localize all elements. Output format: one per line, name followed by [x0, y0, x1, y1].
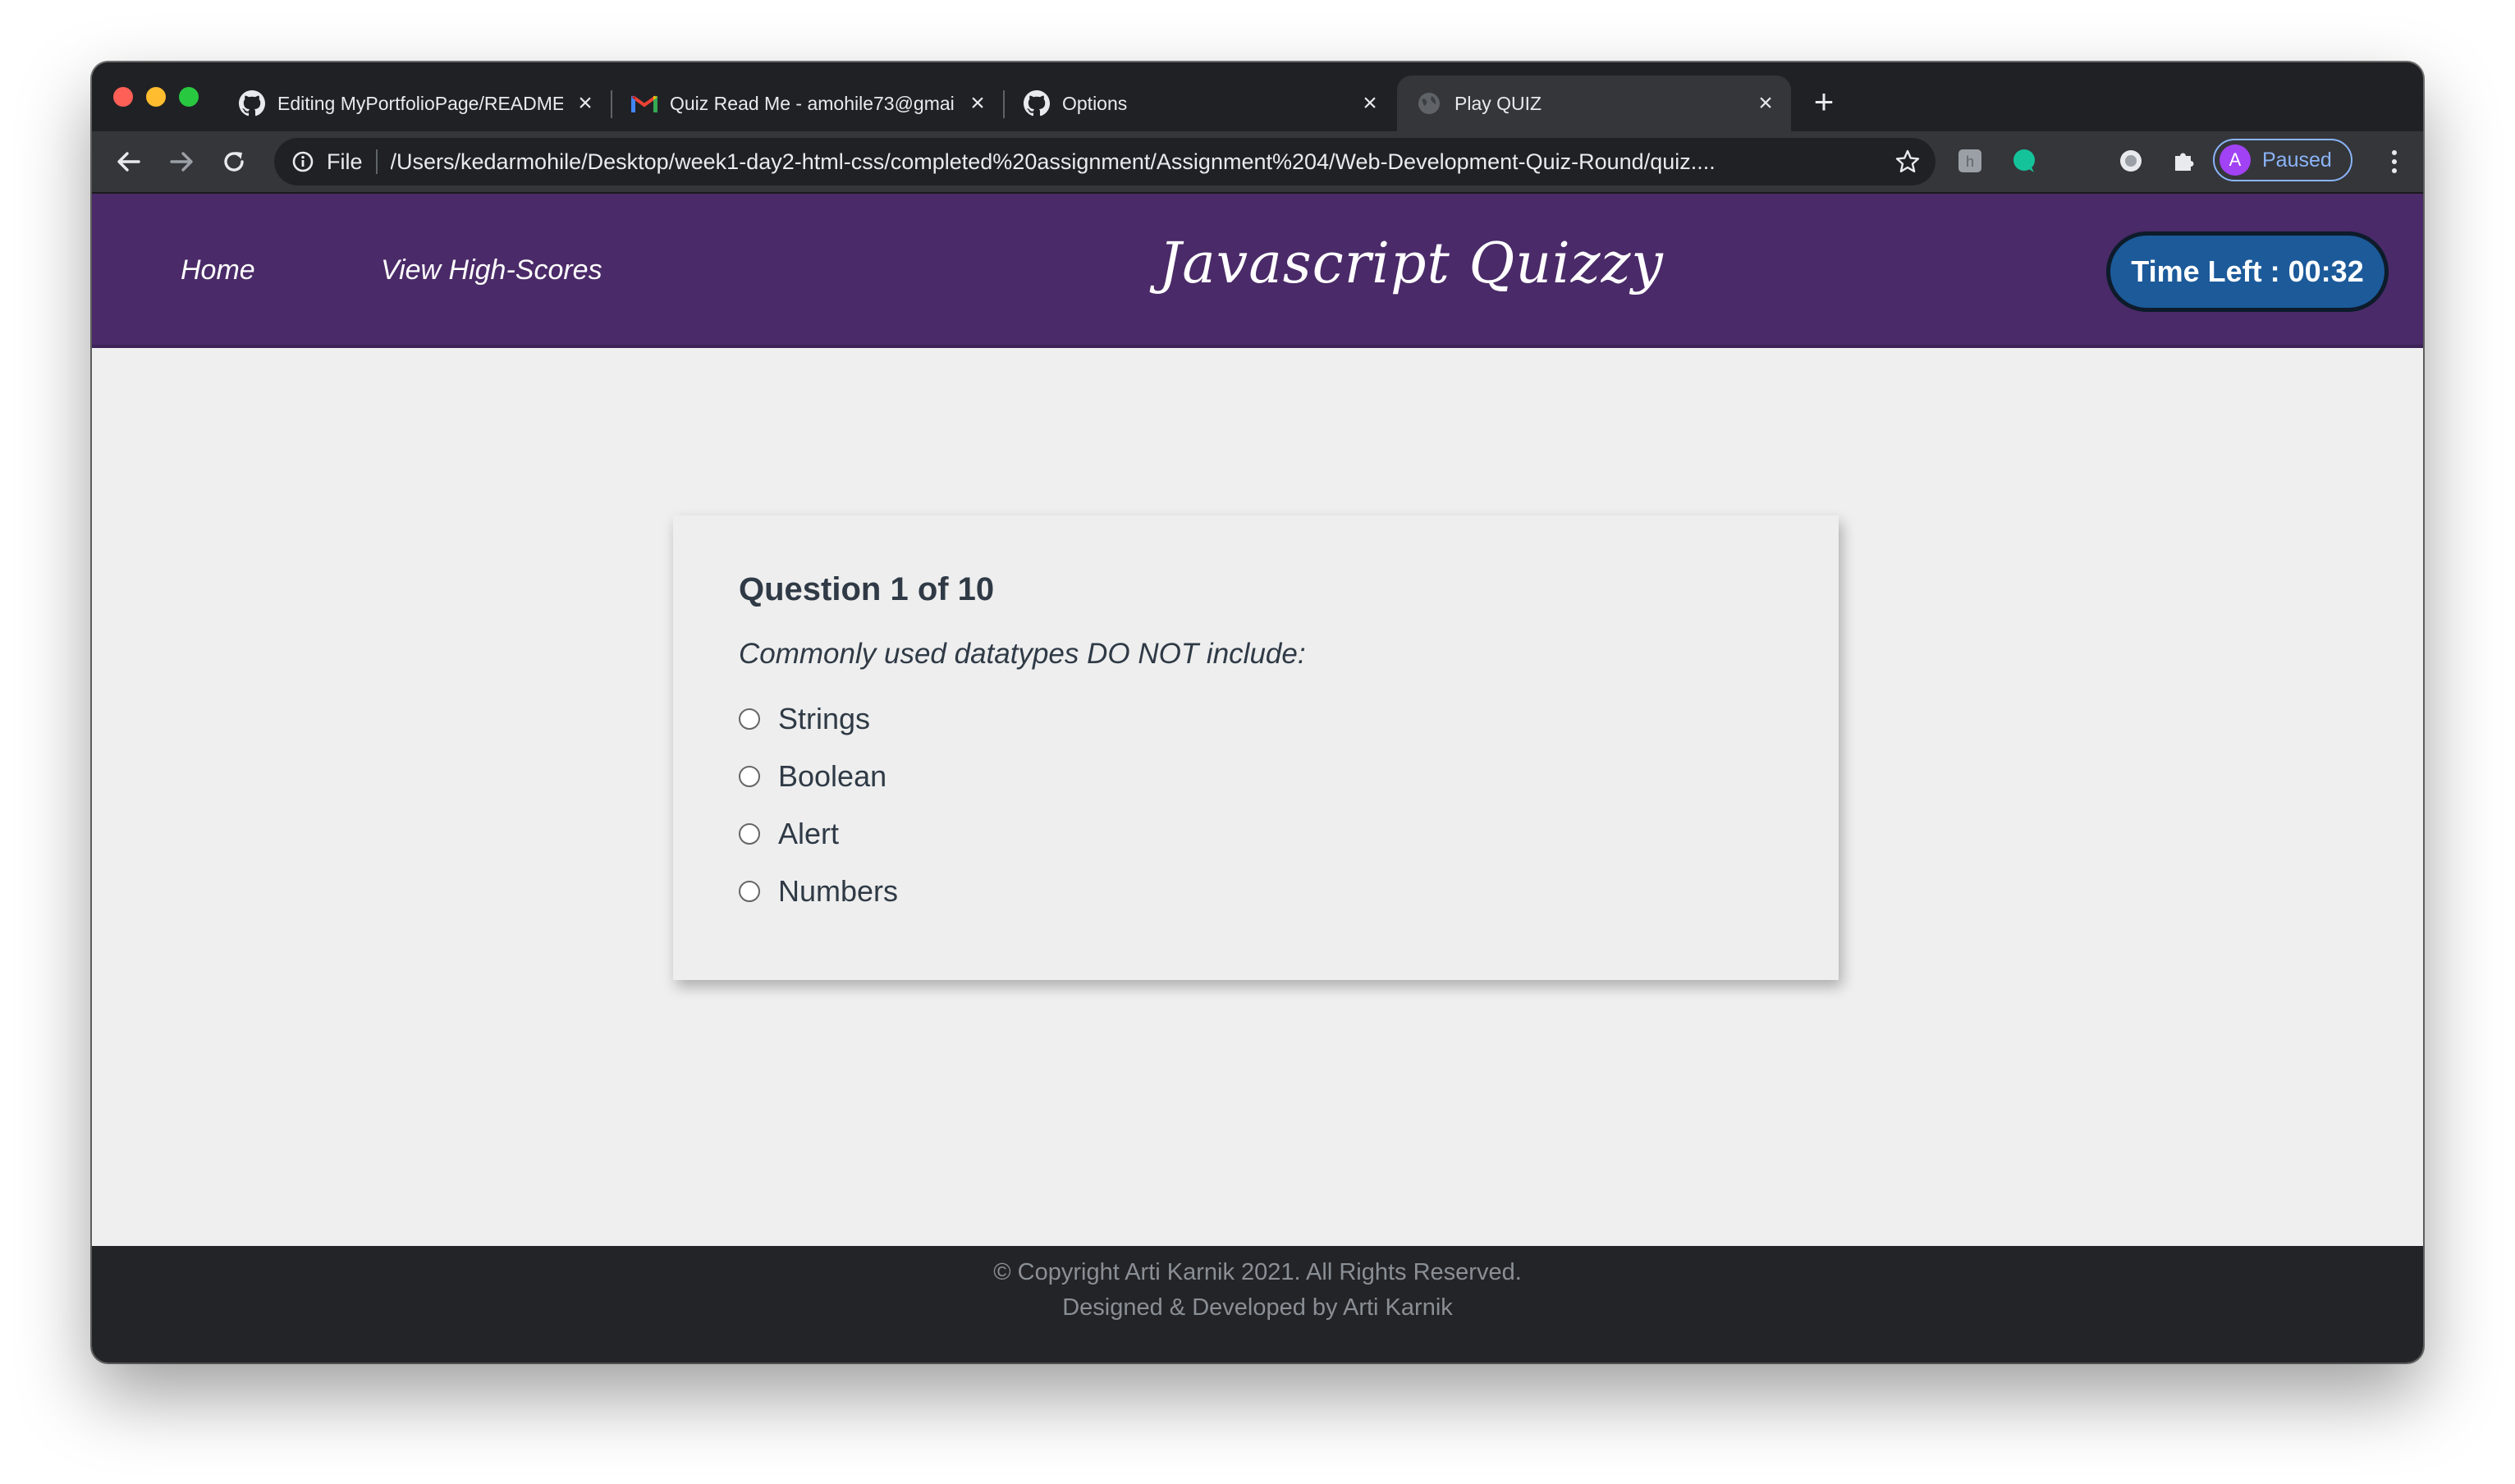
answer-label: Numbers	[778, 874, 899, 908]
arrow-left-icon	[117, 152, 140, 172]
copyright-text: © Copyright Arti Karnik 2021. All Rights…	[993, 1259, 1522, 1285]
answer-options: Strings Boolean Alert Numbers	[739, 690, 1773, 920]
github-icon	[238, 89, 266, 117]
browser-toolbar: File /Users/kedarmohile/Desktop/week1-da…	[92, 131, 2423, 194]
tab-editing-readme[interactable]: Editing MyPortfolioPage/README ×	[220, 76, 611, 131]
extension-icon[interactable]: h	[1954, 144, 1986, 177]
radio-button[interactable]	[739, 766, 760, 787]
globe-icon	[1415, 89, 1443, 117]
tab-title: Play QUIZ	[1454, 92, 1542, 114]
avatar: A	[2220, 144, 2251, 176]
svg-text:h: h	[1966, 153, 1974, 170]
reload-button[interactable]	[215, 143, 253, 181]
timer-badge: Time Left : 00:32	[2106, 231, 2389, 312]
gmail-icon	[630, 89, 658, 117]
question-progress: Question 1 of 10	[739, 571, 995, 607]
puzzle-icon[interactable]	[2167, 144, 2200, 177]
answer-option[interactable]: Boolean	[739, 748, 1773, 805]
close-tab-icon[interactable]: ×	[573, 91, 598, 116]
site-header: Home View High-Scores Javascript Quizzy …	[92, 194, 2423, 348]
answer-label: Strings	[778, 702, 871, 735]
close-tab-icon[interactable]: ×	[965, 91, 990, 116]
url-text[interactable]: /Users/kedarmohile/Desktop/week1-day2-ht…	[391, 149, 1883, 175]
arrow-right-icon	[170, 152, 193, 172]
answer-option[interactable]: Strings	[739, 690, 1773, 748]
browser-window: Editing MyPortfolioPage/README × Quiz Re…	[92, 62, 2423, 1363]
radio-button[interactable]	[739, 823, 760, 845]
site-title: Javascript Quizzy	[1159, 231, 1664, 296]
close-window-button[interactable]	[113, 87, 133, 107]
address-bar[interactable]: File /Users/kedarmohile/Desktop/week1-da…	[274, 138, 1935, 186]
radio-button[interactable]	[739, 881, 760, 902]
tab-strip: Editing MyPortfolioPage/README × Quiz Re…	[92, 62, 2423, 131]
web-page: Home View High-Scores Javascript Quizzy …	[92, 194, 2423, 1363]
nav-high-scores-link[interactable]: View High-Scores	[381, 254, 602, 286]
credit-text: Designed & Developed by Arti Karnik	[1062, 1294, 1453, 1321]
reload-icon	[224, 152, 244, 172]
question-text: Commonly used datatypes DO NOT include:	[739, 638, 1306, 670]
profile-button[interactable]: A Paused	[2213, 139, 2352, 181]
forward-button[interactable]	[163, 143, 200, 181]
close-tab-icon[interactable]: ×	[1753, 91, 1778, 116]
minimize-window-button[interactable]	[146, 87, 166, 107]
github-icon	[1023, 89, 1051, 117]
divider	[375, 149, 378, 174]
question-card: Question 1 of 10 Commonly used datatypes…	[673, 515, 1839, 980]
close-tab-icon[interactable]: ×	[1358, 91, 1382, 116]
url-scheme: File	[327, 149, 363, 174]
radio-button[interactable]	[739, 708, 760, 730]
nav-home-link[interactable]: Home	[181, 254, 255, 286]
tab-title: Quiz Read Me - amohile73@gmail.com	[670, 92, 955, 114]
bookmark-star-icon[interactable]	[1891, 145, 1924, 178]
more-menu-icon[interactable]	[2382, 144, 2407, 179]
answer-label: Alert	[778, 817, 840, 850]
maximize-window-button[interactable]	[179, 87, 199, 107]
back-button[interactable]	[110, 143, 148, 181]
tab-quiz-read-me[interactable]: Quiz Read Me - amohile73@gmail.com ×	[612, 76, 1003, 131]
tab-title: Editing MyPortfolioPage/README	[277, 92, 563, 114]
site-footer: © Copyright Arti Karnik 2021. All Rights…	[92, 1246, 2423, 1363]
answer-option[interactable]: Alert	[739, 805, 1773, 863]
tab-options[interactable]: Options ×	[1005, 76, 1395, 131]
grammarly-extension-icon[interactable]	[2008, 144, 2041, 177]
new-tab-button[interactable]: +	[1806, 85, 1842, 121]
answer-option[interactable]: Numbers	[739, 863, 1773, 920]
record-extension-icon[interactable]	[2114, 144, 2147, 177]
tab-title: Options	[1062, 92, 1128, 114]
answer-label: Boolean	[778, 759, 887, 793]
info-icon[interactable]	[291, 149, 315, 174]
profile-status: Paused	[2262, 148, 2332, 172]
tab-play-quiz[interactable]: Play QUIZ ×	[1397, 76, 1791, 131]
